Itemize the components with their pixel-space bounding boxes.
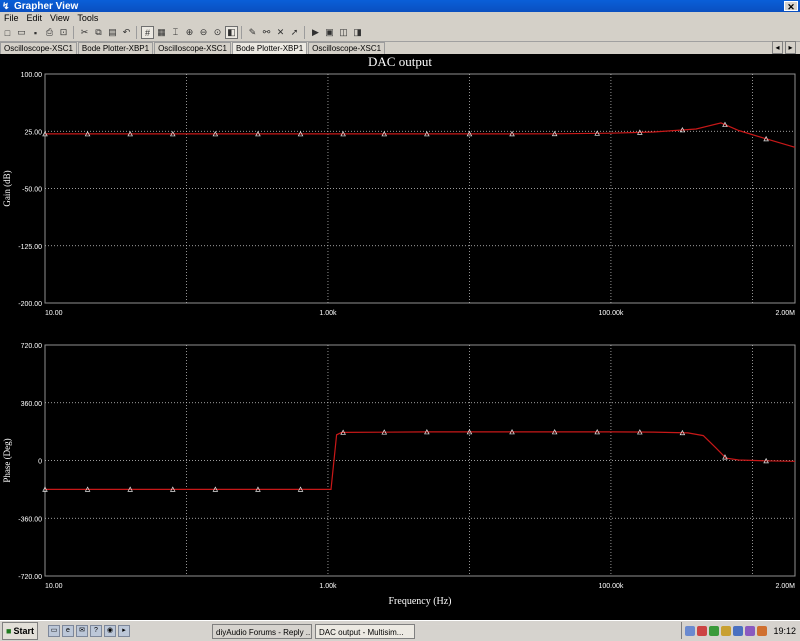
taskbar: ■ Start ▭ e ✉ ? ◉ ▸ diyAudio Forums - Re… xyxy=(0,620,800,641)
gain-x-tick-label: 1.00k xyxy=(319,310,337,317)
help-icon[interactable]: ? xyxy=(90,625,102,637)
cut-icon[interactable]: ✂ xyxy=(78,26,91,39)
phase-y-tick-label: 360.00 xyxy=(21,401,43,408)
phase-y-tick-label: -360.00 xyxy=(18,516,42,523)
security-icon[interactable] xyxy=(757,625,768,636)
phase-y-tick-label: -720.00 xyxy=(18,574,42,581)
task-diyaudio[interactable]: diyAudio Forums - Reply ... xyxy=(212,623,312,639)
save-icon[interactable]: ▪ xyxy=(29,26,42,39)
gain-x-tick-label: 10.00 xyxy=(45,310,63,317)
menu-tools[interactable]: Tools xyxy=(73,12,102,24)
browser-icon[interactable]: e xyxy=(62,625,74,637)
window-titlebar: ↯ Grapher View ✕ xyxy=(0,0,800,12)
show-desktop-icon[interactable]: ▭ xyxy=(48,625,60,637)
x-axis-label: Frequency (Hz) xyxy=(388,596,451,607)
zoom-out-icon[interactable]: ⊖ xyxy=(197,26,210,39)
tab-oscilloscope-xsc1[interactable]: Oscilloscope-XSC1 xyxy=(308,42,386,54)
phase-y-tick-label: 0 xyxy=(38,459,42,466)
cursor-icon[interactable]: ⌶ xyxy=(169,26,182,39)
overlay-traces-icon[interactable]: ⚯ xyxy=(260,26,273,39)
toolbar-separator xyxy=(136,26,137,39)
paste-icon[interactable]: ▤ xyxy=(106,26,119,39)
export-lvm-icon[interactable]: ◫ xyxy=(337,26,350,39)
phase-x-tick-label: 100.00k xyxy=(598,583,623,590)
properties-icon[interactable]: ✎ xyxy=(246,26,259,39)
gain-x-tick-label: 2.00M xyxy=(776,310,796,317)
gain-trace-line xyxy=(45,122,796,148)
start-button[interactable]: ■ Start xyxy=(2,622,38,640)
task-dac-output[interactable]: DAC output - Multisim... xyxy=(315,623,415,639)
menubar: File Edit View Tools xyxy=(0,12,800,24)
select-marks-icon[interactable]: ✕ xyxy=(274,26,287,39)
zoom-full-icon[interactable]: ⊙ xyxy=(211,26,224,39)
windows-logo-icon: ■ xyxy=(6,626,12,636)
toolbar-separator xyxy=(304,26,305,39)
zoom-in-icon[interactable]: ⊕ xyxy=(183,26,196,39)
tab-scroll-right-icon[interactable]: ▸ xyxy=(785,41,796,54)
menu-edit[interactable]: Edit xyxy=(23,12,47,24)
mail-icon[interactable]: ✉ xyxy=(76,625,88,637)
start-label: Start xyxy=(13,626,34,636)
media-icon[interactable]: ▸ xyxy=(118,625,130,637)
tab-oscilloscope-xsc1[interactable]: Oscilloscope-XSC1 xyxy=(0,42,77,54)
chart-title: DAC output xyxy=(368,54,432,69)
copy-icon[interactable]: ⧉ xyxy=(92,26,105,39)
gain-y-tick-label: 25.00 xyxy=(24,129,42,136)
toolbar: □ ▭ ▪ ⎙ ⊡ ✂ ⧉ ▤ ↶ # ▦ ⌶ ⊕ ⊖ ⊙ ◧ ✎ ⚯ ✕ ➚ … xyxy=(0,24,800,42)
system-tray: 19:12 xyxy=(681,622,800,639)
menu-view[interactable]: View xyxy=(46,12,73,24)
quick-launch: ▭ e ✉ ? ◉ ▸ xyxy=(48,625,130,637)
clock: 19:12 xyxy=(773,625,796,636)
gain-y-axis-label: Gain (dB) xyxy=(2,170,12,206)
toolbar-separator xyxy=(73,26,74,39)
print-icon[interactable]: ⎙ xyxy=(43,26,56,39)
gain-y-tick-label: -200.00 xyxy=(18,301,42,308)
display-icon[interactable] xyxy=(745,625,756,636)
update-icon[interactable] xyxy=(733,625,744,636)
phase-x-tick-label: 1.00k xyxy=(319,583,337,590)
network-icon[interactable] xyxy=(685,625,696,636)
volume-icon[interactable] xyxy=(721,625,732,636)
toolbar-separator xyxy=(241,26,242,39)
reverse-colors-icon[interactable]: ◧ xyxy=(225,26,238,39)
tab-scroll: ◂ ▸ xyxy=(772,41,796,54)
gain-y-tick-label: -125.00 xyxy=(18,244,42,251)
antivirus-icon[interactable] xyxy=(697,625,708,636)
tab-oscilloscope-xsc1[interactable]: Oscilloscope-XSC1 xyxy=(154,42,231,54)
print-preview-icon[interactable]: ⊡ xyxy=(57,26,70,39)
plot-area: DAC output 100.00 25.00 -50.00 -125.00 -200.0… xyxy=(0,54,800,620)
export-excel-icon[interactable]: ▶ xyxy=(309,26,322,39)
legend-icon[interactable]: ▦ xyxy=(155,26,168,39)
export-mathcad-icon[interactable]: ▣ xyxy=(323,26,336,39)
tab-bode-plotter-xbp1[interactable]: Bode Plotter-XBP1 xyxy=(77,42,154,54)
bode-chart: DAC output 100.00 25.00 -50.00 -125.00 -200.0… xyxy=(2,54,796,607)
messenger-icon[interactable] xyxy=(709,625,720,636)
gain-y-tick-label: -50.00 xyxy=(22,187,42,194)
export-icon[interactable]: ➚ xyxy=(288,26,301,39)
app-icon[interactable]: ◉ xyxy=(104,625,116,637)
tab-bode-plotter-xbp1-active[interactable]: Bode Plotter-XBP1 xyxy=(232,42,308,54)
simulation-icon[interactable]: ◨ xyxy=(351,26,364,39)
gain-x-tick-label: 100.00k xyxy=(598,310,623,317)
phase-y-axis-label: Phase (Deg) xyxy=(2,438,12,482)
grapher-app-icon: ↯ xyxy=(2,1,10,11)
undo-icon[interactable]: ↶ xyxy=(120,26,133,39)
tab-scroll-left-icon[interactable]: ◂ xyxy=(772,41,783,54)
close-button[interactable]: ✕ xyxy=(784,1,798,12)
phase-x-tick-label: 2.00M xyxy=(776,583,796,590)
phase-y-tick-label: 720.00 xyxy=(21,343,43,350)
new-icon[interactable]: □ xyxy=(1,26,14,39)
open-icon[interactable]: ▭ xyxy=(15,26,28,39)
tab-strip: Oscilloscope-XSC1 Bode Plotter-XBP1 Osci… xyxy=(0,42,800,54)
menu-file[interactable]: File xyxy=(0,12,23,24)
gain-y-tick-label: 100.00 xyxy=(21,72,43,79)
grid-icon[interactable]: # xyxy=(141,26,154,39)
window-title: Grapher View xyxy=(14,0,79,12)
phase-x-tick-label: 10.00 xyxy=(45,583,63,590)
